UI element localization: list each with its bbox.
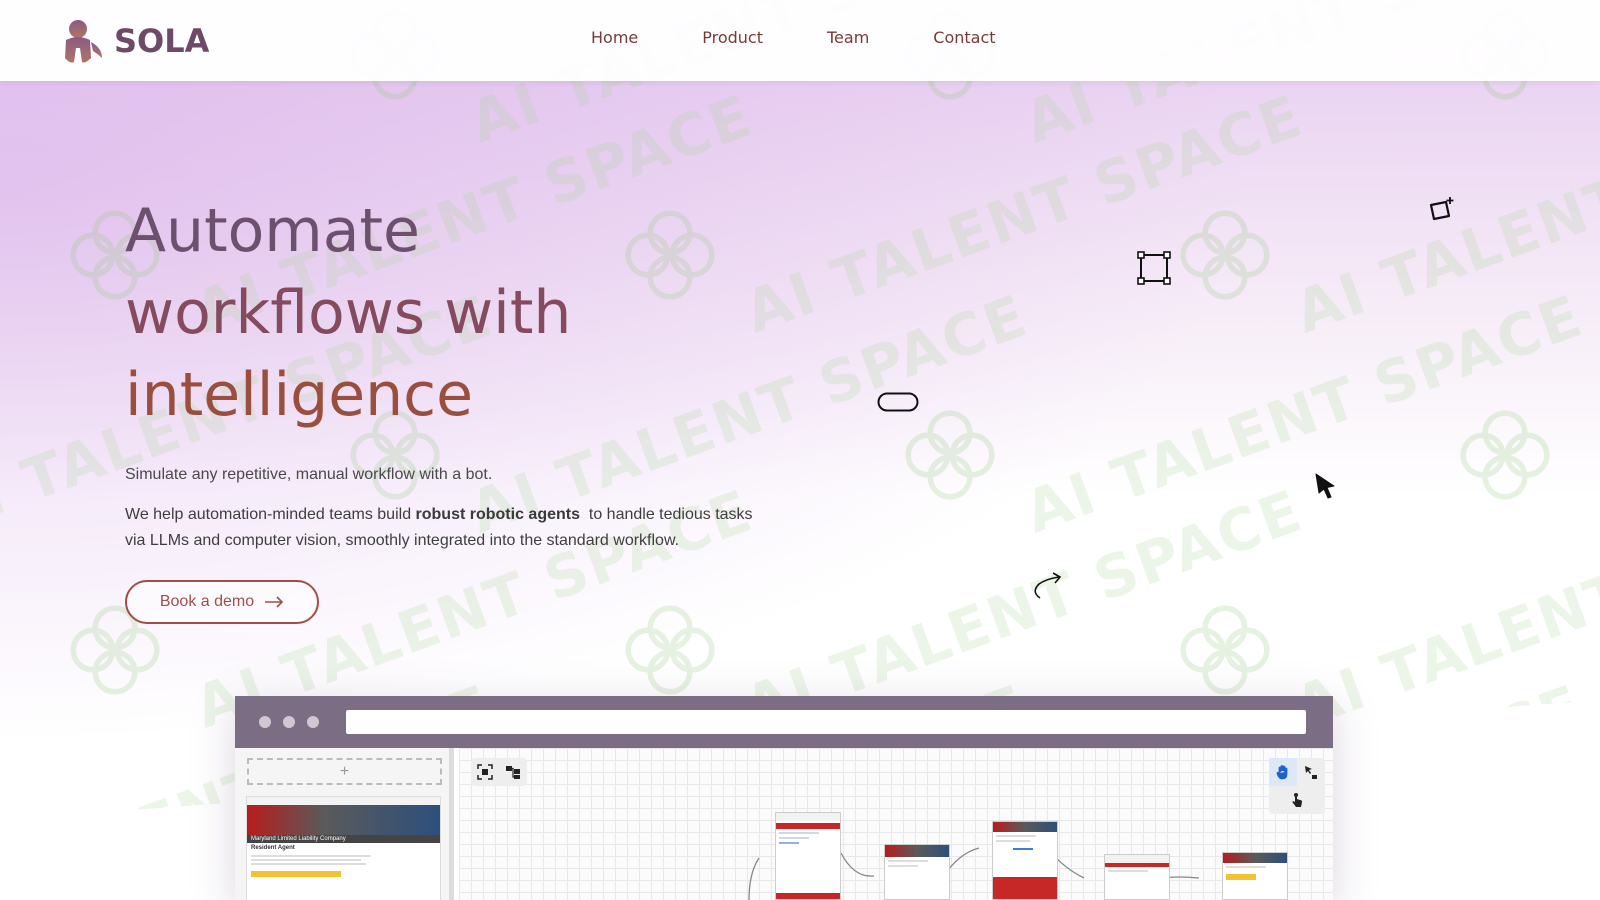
arrow-right-icon: [265, 596, 284, 608]
add-step-button[interactable]: +: [247, 758, 442, 785]
redo-arrow-icon: [1034, 572, 1062, 599]
hero-title: Automate workflows with intelligence: [125, 190, 745, 436]
square-select-icon: [1137, 251, 1171, 285]
hero-description-start: We help automation-minded teams build: [125, 506, 416, 523]
app-mockup: + Maryland Limited Liability Company Res…: [235, 696, 1333, 900]
workflow-sidebar: + Maryland Limited Liability Company Res…: [235, 748, 454, 900]
watermark-flower-icon: [1180, 210, 1270, 300]
nav-product[interactable]: Product: [702, 28, 763, 47]
workflow-node[interactable]: [1222, 852, 1288, 900]
thumbnail-banner: [247, 805, 440, 835]
brand-name: SOLA: [114, 22, 210, 60]
hero-title-line-2: workflows with: [125, 278, 572, 348]
watermark-flower-icon: [625, 605, 715, 695]
window-dot: [283, 716, 295, 728]
book-demo-button[interactable]: Book a demo: [125, 580, 319, 624]
hero-description: We help automation-minded teams build ro…: [125, 502, 765, 554]
hero-subtitle: Simulate any repetitive, manual workflow…: [125, 466, 493, 483]
pill-icon: [877, 392, 919, 412]
nav-contact[interactable]: Contact: [933, 28, 995, 47]
book-demo-label: Book a demo: [159, 593, 255, 610]
site-header: SOLA Home Product Team Contact: [0, 0, 1600, 81]
window-dot: [307, 716, 319, 728]
watermark-flower-icon: [1180, 605, 1270, 695]
watermark-flower-icon: [1460, 410, 1550, 500]
logo[interactable]: SOLA: [58, 18, 209, 64]
workflow-node[interactable]: [884, 844, 950, 900]
main-nav: Home Product Team Contact: [560, 28, 1060, 47]
nav-home[interactable]: Home: [591, 28, 638, 47]
window-dot: [259, 716, 271, 728]
pointer-icon: [1315, 473, 1335, 499]
watermark-flower-icon: [905, 410, 995, 500]
nav-team[interactable]: Team: [827, 28, 869, 47]
watermark-text: AI TALENT SPACE: [1016, 281, 1592, 547]
workflow-node[interactable]: [775, 812, 841, 900]
workflow-canvas[interactable]: [459, 748, 1333, 900]
hero-title-line-3: intelligence: [125, 360, 474, 430]
thumbnail-caption: Maryland Limited Liability Company: [247, 835, 440, 843]
url-bar: [346, 710, 1306, 734]
watermark-text: AI TALENT SPACE: [736, 81, 1312, 347]
hero-description-bold: robust robotic agents: [415, 506, 580, 523]
workflow-node[interactable]: [992, 821, 1058, 900]
watermark-text: AI TALENT SPACE: [1286, 477, 1600, 742]
browser-bar: [235, 696, 1333, 748]
hero-title-line-1: Automate: [125, 196, 420, 266]
workflow-node[interactable]: [1104, 854, 1170, 900]
thumbnail-heading: Resident Agent: [251, 845, 295, 851]
robot-logo-icon: [65, 20, 102, 63]
step-thumbnail[interactable]: Maryland Limited Liability Company Resid…: [246, 796, 441, 900]
sparkle-frame-icon: [1429, 197, 1454, 221]
